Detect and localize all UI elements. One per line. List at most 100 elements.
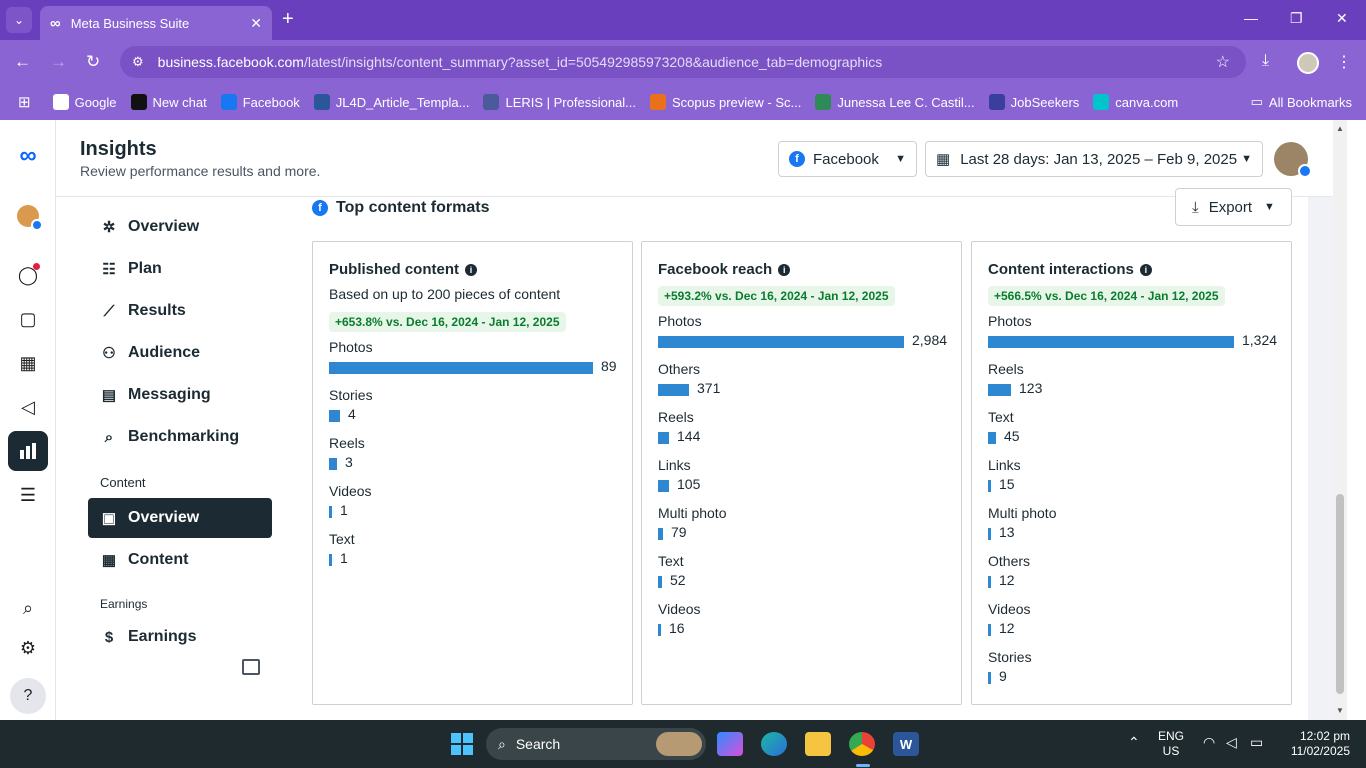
bar[interactable] (658, 480, 669, 492)
bookmark-item[interactable]: LERIS | Professional... (483, 94, 636, 110)
url-input[interactable]: ⚙ business.facebook.com /latest/insights… (120, 46, 1246, 78)
date-range-dropdown[interactable]: ▦ Last 28 days: Jan 13, 2025 – Feb 9, 20… (925, 141, 1263, 177)
row-label: Reels (329, 435, 365, 451)
page-profile-icon[interactable] (16, 204, 43, 231)
minimize-icon[interactable]: — (1244, 10, 1258, 26)
clock[interactable]: 12:02 pm 11/02/2025 (1284, 729, 1350, 759)
info-icon[interactable]: i (778, 263, 791, 276)
bookmark-item[interactable]: canva.com (1093, 94, 1178, 110)
bar[interactable] (988, 528, 991, 540)
bookmark-item[interactable]: Scopus preview - Sc... (650, 94, 801, 110)
all-bookmarks[interactable]: ▭ All Bookmarks (1251, 94, 1352, 110)
bar[interactable] (988, 480, 991, 492)
battery-icon[interactable]: ▭ (1250, 735, 1263, 750)
row-value: 105 (677, 476, 701, 492)
bar[interactable] (988, 336, 1234, 348)
chrome-icon[interactable] (849, 732, 875, 756)
bar[interactable] (658, 528, 663, 540)
bar[interactable] (329, 458, 337, 470)
sidebar-item-benchmarking[interactable]: ⌕ Benchmarking (88, 417, 272, 457)
bookmark-item[interactable]: Google (52, 94, 117, 110)
row-value: 12 (999, 572, 1015, 588)
wifi-icon[interactable]: ◠ (1203, 735, 1215, 750)
sidebar-item-results[interactable]: ⟋ Results (88, 291, 272, 331)
scroll-thumb[interactable] (1336, 494, 1344, 694)
apps-grid-icon[interactable]: ⊞ (18, 93, 31, 111)
meta-logo-icon[interactable]: ∞ (16, 142, 40, 169)
bar[interactable] (329, 410, 340, 422)
bar[interactable] (988, 576, 991, 588)
info-icon[interactable]: i (1139, 263, 1152, 276)
search-icon[interactable]: ⌕ (16, 596, 40, 620)
export-button[interactable]: ⤓ Export ▼ (1175, 188, 1292, 226)
bookmark-item[interactable]: Junessa Lee C. Castil... (815, 94, 975, 110)
row-value: 2,984 (912, 332, 948, 348)
browser-tab[interactable]: ∞ Meta Business Suite ✕ (40, 6, 272, 40)
bar[interactable] (658, 336, 904, 348)
sidebar-item-earnings[interactable]: $ Earnings (88, 619, 272, 655)
bookmark-item[interactable]: JL4D_Article_Templa... (313, 94, 469, 110)
window-close-icon[interactable]: ✕ (1336, 10, 1348, 27)
file-explorer-icon[interactable] (805, 732, 831, 756)
copilot-icon[interactable] (717, 732, 743, 756)
insights-nav-icon[interactable] (8, 431, 48, 471)
bar[interactable] (658, 432, 669, 444)
windows-start-icon[interactable] (449, 732, 475, 756)
info-icon[interactable]: i (465, 263, 478, 276)
restore-icon[interactable]: ❐ (1290, 10, 1303, 27)
sidebar-item-overview[interactable]: ✲ Overview (88, 207, 272, 247)
word-icon[interactable]: W (893, 732, 919, 756)
row-label: Multi photo (658, 505, 727, 521)
bookmark-item[interactable]: Facebook (220, 94, 300, 110)
bar[interactable] (988, 624, 991, 636)
help-icon[interactable]: ? (10, 678, 46, 714)
bar[interactable] (329, 362, 593, 374)
bar[interactable] (329, 554, 332, 566)
scopus-icon (650, 94, 667, 110)
plan-icon: ☷ (102, 261, 116, 278)
edge-icon[interactable] (761, 732, 787, 756)
scroll-down-icon[interactable]: ▼ (1336, 706, 1344, 715)
sidebar-item-content-content[interactable]: ▦ Content (88, 540, 272, 580)
benchmarking-icon: ⌕ (104, 428, 114, 446)
volume-icon[interactable]: ◁ (1226, 735, 1237, 750)
new-tab-icon[interactable]: + (282, 8, 294, 31)
all-tools-menu-icon[interactable]: ☰ (16, 483, 40, 507)
collapse-sidebar-icon[interactable] (242, 659, 260, 675)
bar[interactable] (988, 672, 991, 684)
scrollbar[interactable]: ▲ ▼ (1333, 120, 1347, 720)
platform-dropdown[interactable]: f Facebook ▼ (778, 141, 917, 177)
bar[interactable] (329, 506, 332, 518)
bookmark-star-icon[interactable]: ☆ (1216, 52, 1230, 72)
bar[interactable] (988, 432, 996, 444)
scroll-up-icon[interactable]: ▲ (1336, 124, 1344, 133)
download-icon[interactable]: ⤓ (1262, 52, 1269, 70)
bookmark-item[interactable]: JobSeekers (988, 94, 1079, 110)
ads-megaphone-icon[interactable]: ◁ (16, 395, 40, 419)
close-tab-icon[interactable]: ✕ (250, 15, 262, 32)
inbox-icon[interactable]: ◯ (16, 263, 40, 287)
settings-gear-icon[interactable]: ⚙ (16, 636, 40, 660)
calendar-icon[interactable]: ▦ (16, 351, 40, 375)
forward-icon[interactable]: → (50, 52, 67, 72)
bar[interactable] (658, 576, 662, 588)
reload-icon[interactable]: ↻ (86, 52, 100, 72)
sidebar-item-content-overview[interactable]: ▣ Overview (88, 498, 272, 538)
browser-menu-icon[interactable]: ⋮ (1336, 52, 1352, 72)
language-indicator[interactable]: ENG US (1158, 729, 1184, 759)
site-info-icon[interactable]: ⚙ (132, 54, 144, 70)
tray-overflow-icon[interactable]: ⌃ (1128, 735, 1140, 750)
posts-icon[interactable]: ▢ (16, 307, 40, 331)
bar[interactable] (658, 384, 689, 396)
sidebar-item-audience[interactable]: ⚇ Audience (88, 333, 272, 373)
browser-profile-avatar[interactable] (1297, 52, 1319, 74)
tab-search-chevron-icon[interactable]: ⌄ (6, 7, 32, 33)
back-icon[interactable]: ← (14, 52, 31, 72)
bookmark-item[interactable]: New chat (130, 94, 207, 110)
sidebar-item-plan[interactable]: ☷ Plan (88, 249, 272, 289)
taskbar-search[interactable]: ⌕ Search (486, 728, 706, 760)
sidebar-item-messaging[interactable]: ▤ Messaging (88, 375, 272, 415)
bar[interactable] (658, 624, 661, 636)
account-avatar[interactable] (1274, 142, 1312, 178)
bar[interactable] (988, 384, 1011, 396)
